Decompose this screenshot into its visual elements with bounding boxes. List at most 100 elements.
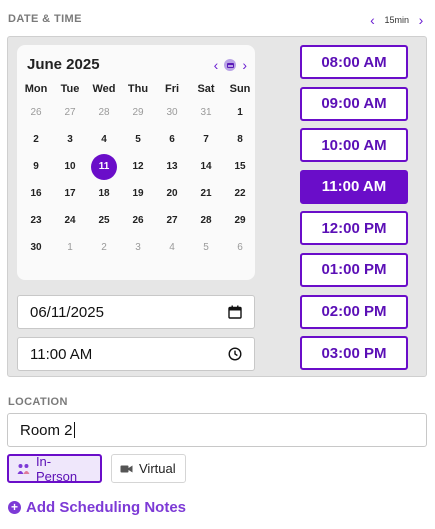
calendar-day[interactable]: 27 xyxy=(53,99,87,126)
calendar-day[interactable]: 8 xyxy=(223,126,257,153)
calendar-day[interactable]: 26 xyxy=(121,207,155,234)
calendar-day-number: 26 xyxy=(132,215,144,226)
calendar-day[interactable]: 29 xyxy=(223,207,257,234)
time-slot-button[interactable]: 08:00 AM xyxy=(300,45,408,79)
date-time-panel: June 2025 ‹ › Mon Tue Wed Thu Fri Sat Sun 26 27 2… xyxy=(7,36,427,377)
in-person-button[interactable]: In-Person xyxy=(7,454,102,484)
calendar-day[interactable]: 15 xyxy=(223,153,257,180)
calendar-day[interactable]: 24 xyxy=(53,207,87,234)
weekday-header: Sat xyxy=(197,83,215,95)
interval-value: 15min xyxy=(384,15,409,25)
calendar-day-number: 17 xyxy=(64,188,76,199)
today-calendar-icon[interactable] xyxy=(224,59,237,71)
location-input[interactable]: Room 2 xyxy=(7,413,427,447)
calendar-day[interactable]: 3 xyxy=(53,126,87,153)
calendar-day[interactable]: 1 xyxy=(223,99,257,126)
time-slot-selected[interactable]: 11:00 AM xyxy=(300,169,408,204)
date-input[interactable]: 06/11/2025 xyxy=(17,295,255,329)
weekday-header: Sun xyxy=(229,83,251,95)
clock-icon[interactable] xyxy=(228,347,242,361)
calendar-day[interactable]: 27 xyxy=(155,207,189,234)
calendar-day-number: 28 xyxy=(200,215,212,226)
time-slot-button[interactable]: 03:00 PM xyxy=(300,336,408,371)
add-notes-label: Add Scheduling Notes xyxy=(26,499,187,516)
calendar-day-number: 16 xyxy=(30,188,42,199)
calendar-icon[interactable] xyxy=(228,305,242,319)
weekday-header: Tue xyxy=(60,83,80,95)
calendar-day[interactable]: 6 xyxy=(223,234,257,261)
calendar-day[interactable]: 3 xyxy=(121,234,155,261)
time-slot-button[interactable]: 02:00 PM xyxy=(300,294,408,329)
calendar-day[interactable]: 2 xyxy=(19,126,53,153)
calendar-day-number: 1 xyxy=(237,107,243,118)
calendar-day[interactable]: 25 xyxy=(87,207,121,234)
calendar-day[interactable]: 4 xyxy=(87,126,121,153)
virtual-button[interactable]: Virtual xyxy=(111,454,186,483)
calendar-day[interactable]: 21 xyxy=(189,180,223,207)
calendar-day[interactable]: 9 xyxy=(19,153,53,180)
calendar-day[interactable]: 12 xyxy=(121,153,155,180)
date-input-value: 06/11/2025 xyxy=(30,303,104,321)
weekday-header: Mon xyxy=(24,83,48,95)
calendar-day[interactable]: 4 xyxy=(155,234,189,261)
calendar-day-number: 30 xyxy=(166,107,178,118)
calendar-day-number: 12 xyxy=(132,161,144,172)
calendar-day[interactable]: 14 xyxy=(189,153,223,180)
location-input-value: Room 2 xyxy=(20,421,73,439)
weekday-header: Wed xyxy=(92,83,116,95)
calendar-day[interactable]: 6 xyxy=(155,126,189,153)
calendar-day[interactable]: 26 xyxy=(19,99,53,126)
prev-month-icon[interactable]: ‹ xyxy=(214,57,219,73)
calendar-day-selected[interactable]: 11 xyxy=(87,153,121,180)
weekday-header: Fri xyxy=(164,83,180,95)
calendar-day-number: 2 xyxy=(33,134,39,145)
calendar-day[interactable]: 31 xyxy=(189,99,223,126)
time-slot-button[interactable]: 09:00 AM xyxy=(300,86,408,121)
calendar-day[interactable]: 16 xyxy=(19,180,53,207)
add-scheduling-notes-link[interactable]: + Add Scheduling Notes xyxy=(8,499,186,516)
calendar-day[interactable]: 30 xyxy=(19,234,53,261)
calendar-day-number: 27 xyxy=(166,215,178,226)
virtual-label: Virtual xyxy=(139,461,176,476)
calendar-day[interactable]: 28 xyxy=(189,207,223,234)
calendar-day-number: 25 xyxy=(98,215,110,226)
calendar-day[interactable]: 19 xyxy=(121,180,155,207)
calendar-day-number: 26 xyxy=(30,107,42,118)
calendar-day[interactable]: 30 xyxy=(155,99,189,126)
time-slot-list: 08:00 AM 09:00 AM 10:00 AM 11:00 AM 12:00 PM… xyxy=(300,45,408,376)
calendar-day-number: 13 xyxy=(166,161,178,172)
calendar-day-number: 5 xyxy=(135,134,141,145)
calendar-day[interactable]: 5 xyxy=(189,234,223,261)
calendar-day-number: 8 xyxy=(237,134,243,145)
calendar-day[interactable]: 2 xyxy=(87,234,121,261)
interval-selector: ‹ 15min › xyxy=(366,12,427,28)
calendar-day[interactable]: 29 xyxy=(121,99,155,126)
calendar-day[interactable]: 20 xyxy=(155,180,189,207)
calendar-day-number: 5 xyxy=(203,242,209,253)
next-month-icon[interactable]: › xyxy=(242,57,247,73)
calendar-day[interactable]: 28 xyxy=(87,99,121,126)
calendar-day-number: 4 xyxy=(101,134,107,145)
calendar-day[interactable]: 17 xyxy=(53,180,87,207)
calendar-day[interactable]: 1 xyxy=(53,234,87,261)
plus-circle-icon: + xyxy=(8,501,21,514)
people-icon xyxy=(17,463,30,474)
calendar-day-number: 6 xyxy=(169,134,175,145)
calendar-day[interactable]: 18 xyxy=(87,180,121,207)
calendar-day[interactable]: 5 xyxy=(121,126,155,153)
calendar: June 2025 ‹ › Mon Tue Wed Thu Fri Sat Sun 26 27 2… xyxy=(17,45,255,280)
calendar-day[interactable]: 7 xyxy=(189,126,223,153)
chevron-right-icon[interactable]: › xyxy=(415,12,427,28)
calendar-day-number: 22 xyxy=(234,188,246,199)
time-slot-button[interactable]: 12:00 PM xyxy=(300,211,408,246)
calendar-day[interactable]: 13 xyxy=(155,153,189,180)
calendar-day-number: 9 xyxy=(33,161,39,172)
calendar-day[interactable]: 22 xyxy=(223,180,257,207)
time-input[interactable]: 11:00 AM xyxy=(17,337,255,371)
date-time-label: DATE & TIME xyxy=(8,13,82,25)
time-slot-button[interactable]: 10:00 AM xyxy=(300,128,408,163)
calendar-day[interactable]: 23 xyxy=(19,207,53,234)
time-slot-button[interactable]: 01:00 PM xyxy=(300,252,408,287)
calendar-day[interactable]: 10 xyxy=(53,153,87,180)
chevron-left-icon[interactable]: ‹ xyxy=(366,12,378,28)
